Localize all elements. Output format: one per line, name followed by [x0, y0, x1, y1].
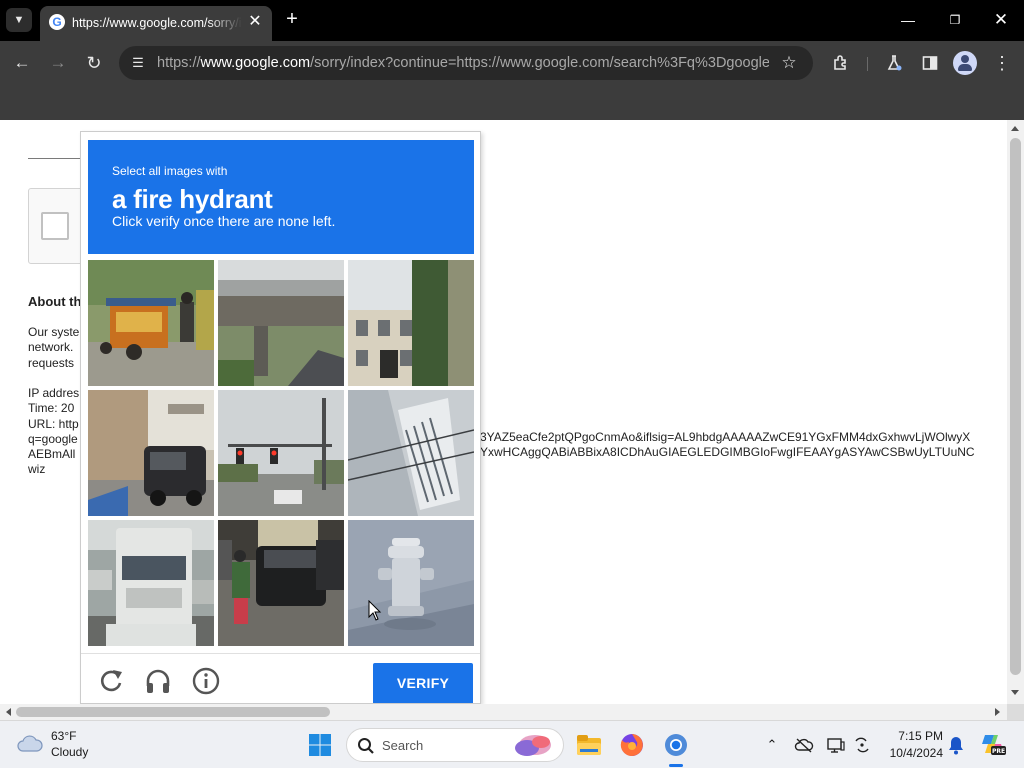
weather-temperature[interactable]: 63°F: [51, 729, 76, 743]
reload-challenge-icon[interactable]: [96, 666, 126, 696]
site-settings-icon[interactable]: ☰: [126, 51, 150, 75]
cloudy-weather-icon[interactable]: [16, 733, 44, 755]
horizontal-scrollbar[interactable]: [0, 704, 1007, 720]
vertical-scroll-thumb[interactable]: [1010, 138, 1021, 675]
verify-button[interactable]: VERIFY: [373, 663, 473, 703]
recaptcha-checkbox[interactable]: [41, 212, 69, 240]
scroll-left-arrow-icon[interactable]: [6, 708, 11, 716]
chrome-icon[interactable]: [662, 731, 690, 759]
tile-parked-car-houses[interactable]: [88, 390, 214, 516]
new-tab-plus-icon[interactable]: +: [281, 8, 303, 32]
challenge-footer: VERIFY: [81, 653, 480, 703]
tile-building-trees[interactable]: [348, 260, 474, 386]
scroll-right-arrow-icon[interactable]: [995, 708, 1000, 716]
bookmark-star-icon[interactable]: ☆: [777, 51, 801, 75]
url-text[interactable]: https://www.google.com/sorry/index?conti…: [157, 54, 769, 72]
image-grid: [88, 260, 474, 646]
tab-close-icon[interactable]: ✕: [246, 13, 264, 31]
window-close-icon[interactable]: ✕: [986, 8, 1016, 32]
restore-icon[interactable]: ❐: [940, 8, 970, 32]
active-tab[interactable]: G https://www.google.com/sorry/index?con…: [40, 6, 272, 41]
address-bar[interactable]: ☰ https://www.google.com/sorry/index?con…: [119, 46, 813, 80]
scroll-down-arrow-icon[interactable]: [1011, 690, 1019, 695]
scrollbar-corner: [1007, 704, 1024, 720]
tile-scooters-traffic[interactable]: [218, 520, 344, 646]
challenge-target: a fire hydrant: [112, 184, 273, 214]
file-explorer-icon[interactable]: [575, 731, 603, 759]
challenge-instruction: Select all images with: [112, 164, 228, 178]
challenge-hint: Click verify once there are none left.: [112, 213, 336, 229]
taskbar-search[interactable]: Search: [346, 728, 564, 762]
scroll-up-arrow-icon[interactable]: [1011, 126, 1019, 131]
mouse-cursor-icon: [368, 599, 382, 622]
labs-flask-icon[interactable]: [882, 51, 906, 75]
display-icon[interactable]: [826, 735, 846, 755]
tray-overflow-chevron-icon[interactable]: ⌃: [762, 735, 782, 755]
back-arrow-icon[interactable]: ←: [9, 50, 35, 76]
tile-traffic-lights[interactable]: [218, 390, 344, 516]
url-prefix: https://: [157, 55, 201, 71]
clock-time[interactable]: 7:15 PM: [883, 729, 943, 743]
copilot-icon[interactable]: PRE: [980, 731, 1006, 757]
tile-fire-hydrant[interactable]: [348, 520, 474, 646]
forward-arrow-icon[interactable]: →: [45, 50, 71, 76]
weather-condition[interactable]: Cloudy: [51, 745, 88, 759]
browser-menu-kebab-icon[interactable]: ⋮: [990, 51, 1014, 75]
vertical-scrollbar[interactable]: [1007, 120, 1024, 704]
tab-search-chevron-icon[interactable]: ▼: [6, 8, 32, 32]
google-favicon-icon: G: [49, 14, 65, 30]
url-host: www.google.com: [200, 55, 311, 71]
side-panel-icon[interactable]: [918, 51, 942, 75]
profile-avatar-icon[interactable]: [953, 51, 977, 75]
audio-challenge-icon[interactable]: [143, 666, 173, 696]
tile-overpass-road[interactable]: [218, 260, 344, 386]
challenge-header: Select all images with a fire hydrant Cl…: [88, 140, 474, 254]
copilot-badge: PRE: [992, 748, 1005, 755]
network-sync-icon[interactable]: [852, 735, 872, 755]
reload-icon[interactable]: ↻: [81, 50, 107, 76]
search-label: Search: [382, 738, 424, 753]
url-path: /sorry/index?continue=https://www.google…: [310, 55, 769, 71]
taskbar: 63°F Cloudy Search ⌃ 7:15 PM 10/4/2024 P…: [0, 720, 1024, 768]
tile-food-cart-street[interactable]: [88, 260, 214, 386]
firefox-icon[interactable]: [618, 731, 646, 759]
horizontal-scroll-thumb[interactable]: [16, 707, 330, 717]
clock-date[interactable]: 10/4/2024: [883, 746, 943, 760]
toolbar-extension-area: [0, 85, 1024, 120]
windows-start-icon[interactable]: [308, 733, 332, 757]
minimize-icon[interactable]: —: [893, 8, 923, 32]
search-highlight-icon: [509, 732, 555, 760]
browser-toolbar: ← → ↻ ☰ https://www.google.com/sorry/ind…: [0, 41, 1024, 85]
active-app-indicator: [669, 764, 683, 767]
search-icon: [357, 737, 375, 755]
notification-bell-icon[interactable]: [947, 735, 965, 755]
extensions-puzzle-icon[interactable]: [829, 51, 853, 75]
toolbar-divider: [867, 57, 868, 71]
about-heading: About th: [28, 294, 82, 309]
recaptcha-challenge: Select all images with a fire hydrant Cl…: [80, 131, 481, 704]
info-icon[interactable]: [191, 666, 221, 696]
tab-strip: ▼ G https://www.google.com/sorry/index?c…: [0, 0, 1024, 41]
request-url-tail: 3YAZ5eaCfe2ptQPgoCnmAo&iflsig=AL9hbdgAAA…: [480, 430, 975, 460]
onedrive-offline-icon[interactable]: [794, 735, 814, 755]
page-divider: [28, 158, 88, 159]
tile-white-truck[interactable]: [88, 520, 214, 646]
tile-building-balcony[interactable]: [348, 390, 474, 516]
tab-title: https://www.google.com/sorry/index?conti…: [72, 16, 242, 30]
